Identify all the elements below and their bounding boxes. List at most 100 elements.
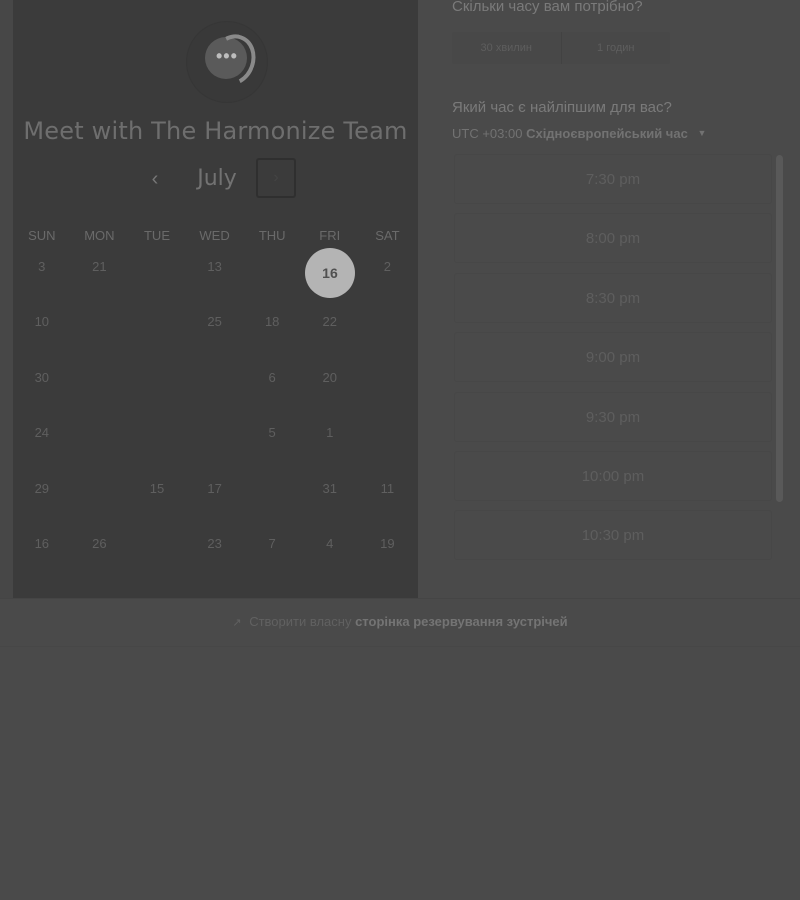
timezone-selector[interactable]: UTC +03:00 Східноєвропейський час ▼	[452, 126, 706, 141]
calendar-day[interactable]: 1	[301, 422, 359, 477]
calendar-day[interactable]: 26	[71, 533, 129, 588]
calendar-day	[186, 367, 244, 422]
calendar-day	[71, 478, 129, 533]
calendar-day[interactable]: 5	[243, 422, 301, 477]
calendar-day-number: 21	[92, 259, 107, 274]
calendar-day-number: 1	[326, 425, 334, 441]
weekday-label: THU	[258, 228, 286, 243]
time-slot-list[interactable]: 7:30 pm 8:00 pm 8:30 pm 9:00 pm 9:30 pm 10:00…	[454, 154, 772, 564]
calendar-week-row: 10 25 18 22	[13, 311, 418, 366]
calendar-week-row: 3 21 13 16 2	[13, 248, 418, 311]
footer-link-text[interactable]: сторінка резервування зустрічей	[355, 614, 568, 629]
month-label: July	[197, 166, 237, 191]
calendar-day[interactable]: 6	[243, 367, 301, 422]
calendar-day[interactable]: 7	[243, 533, 301, 588]
weekday-label: WED	[199, 228, 230, 243]
calendar-day[interactable]: 23	[186, 533, 244, 588]
calendar-day[interactable]: 19	[359, 533, 417, 588]
calendar-day[interactable]: 25	[186, 311, 244, 366]
calendar-day[interactable]: 31	[301, 478, 359, 533]
calendar-day	[243, 256, 301, 311]
footer-rule	[0, 646, 800, 647]
calendar-day-number: 11	[380, 480, 395, 496]
calendar-day[interactable]: 3	[13, 256, 71, 311]
calendar-day[interactable]: 17	[186, 478, 244, 533]
calendar-day	[186, 422, 244, 477]
chevron-down-icon: ▼	[697, 128, 707, 138]
calendar-day[interactable]: 20	[301, 367, 359, 422]
calendar-day	[71, 422, 129, 477]
calendar-day-number: 6	[268, 369, 276, 385]
weekday-label: FRI	[319, 228, 341, 243]
calendar-day-number: 31	[322, 480, 337, 496]
calendar-day[interactable]: 10	[13, 311, 71, 366]
weekday-label: SUN	[28, 228, 56, 243]
calendar-day[interactable]: 11	[359, 478, 417, 533]
chat-dots-icon: •••	[216, 46, 238, 66]
booking-title: Meet with The Harmonize Team	[23, 117, 408, 145]
calendar-day[interactable]: 24	[13, 422, 71, 477]
weekday-label: MON	[84, 228, 115, 243]
duration-option-30min[interactable]: 30 хвилин	[452, 32, 561, 64]
calendar-week-row: 30 6 20	[13, 367, 418, 422]
footer-divider	[0, 598, 800, 599]
calendar-day[interactable]: 16	[13, 533, 71, 588]
calendar-day-number: 2	[383, 259, 391, 274]
calendar-day[interactable]: 29	[13, 478, 71, 533]
calendar-day-selected[interactable]: 16	[301, 248, 359, 311]
weekday-header: SUN MON TUE WED THU FRI SAT	[13, 226, 418, 246]
calendar-day-number: 19	[380, 535, 395, 551]
calendar-day[interactable]: 2	[359, 256, 417, 311]
next-month-button[interactable]: ›	[256, 158, 296, 198]
calendar-day	[359, 311, 417, 366]
calendar-day-number: 13	[207, 259, 222, 274]
calendar-day	[128, 256, 186, 311]
prev-month-button[interactable]: ‹	[146, 166, 164, 192]
time-slot[interactable]: 10:30 pm	[454, 510, 772, 561]
calendar-day	[71, 311, 129, 366]
calendar-day	[128, 422, 186, 477]
calendar-day-number: 4	[326, 535, 334, 551]
calendar-day[interactable]: 4	[301, 533, 359, 588]
calendar-day	[359, 367, 417, 422]
calendar-day-number: 24	[34, 425, 50, 441]
duration-options: 30 хвилин 1 годин	[452, 32, 670, 64]
calendar-weeks: 3 21 13 16 2 10 25 18 22 30 6 20 24 5 1 29 15 17 31 11 16 26 2…	[13, 248, 418, 588]
scheduling-panel: Скільки часу вам потрібно? 30 хвилин 1 г…	[418, 0, 800, 598]
time-slot[interactable]: 8:30 pm	[454, 272, 772, 323]
calendar-day-number: 25	[207, 314, 222, 330]
calendar-day-number: 15	[149, 480, 165, 496]
calendar-day-number: 18	[264, 314, 280, 330]
time-slot[interactable]: 10:00 pm	[454, 450, 772, 501]
calendar-day-number: 3	[38, 259, 46, 274]
calendar-day-number: 29	[34, 480, 50, 496]
calendar-day	[359, 422, 417, 477]
calendar-day[interactable]: 13	[186, 256, 244, 311]
duration-heading: Скільки часу вам потрібно?	[452, 0, 643, 15]
calendar-day-number: 10	[34, 314, 50, 330]
calendar-day[interactable]: 18	[243, 311, 301, 366]
footer-link[interactable]: ↗ Створити власну сторінка резервування …	[0, 614, 800, 629]
calendar-day-number: 17	[207, 480, 222, 496]
calendar-day-number: 26	[92, 535, 107, 551]
calendar-day[interactable]: 22	[301, 311, 359, 366]
calendar-grid: SUN MON TUE WED THU FRI SAT 3 21 13 16 2 10 25…	[13, 226, 418, 588]
duration-option-1h[interactable]: 1 годин	[560, 32, 671, 64]
calendar-day[interactable]: 15	[128, 478, 186, 533]
calendar-day-number: 30	[34, 369, 50, 385]
calendar-day-number: 16	[34, 535, 50, 551]
team-logo: •••	[187, 22, 267, 102]
external-link-icon: ↗	[232, 617, 242, 629]
time-slot[interactable]: 9:00 pm	[454, 332, 772, 383]
calendar-day	[128, 533, 186, 588]
time-slot[interactable]: 8:00 pm	[454, 213, 772, 264]
time-slot-scrollbar[interactable]	[776, 155, 783, 502]
timezone-name: Східноєвропейський час	[526, 126, 688, 141]
time-slot[interactable]: 7:30 pm	[454, 154, 772, 204]
calendar-day[interactable]: 30	[13, 367, 71, 422]
calendar-day	[128, 311, 186, 366]
time-slot[interactable]: 9:30 pm	[454, 391, 772, 442]
calendar-day	[71, 367, 129, 422]
calendar-day[interactable]: 21	[71, 256, 129, 311]
calendar-day-number: 20	[322, 369, 337, 385]
